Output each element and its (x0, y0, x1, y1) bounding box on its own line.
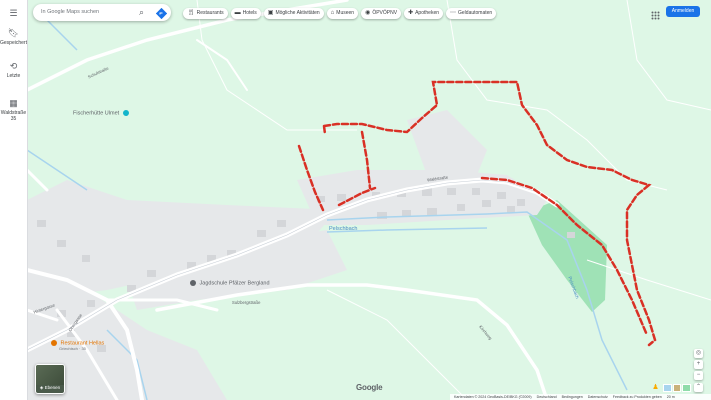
bookmark-icon: 🔖︎ (7, 28, 20, 38)
satellite-thumbnail (36, 365, 64, 385)
transit-icon: ◉ (365, 10, 371, 16)
layers-label: ◈ Ebenen (36, 385, 64, 391)
category-chips: 🍴︎ Restaurants ▬ Hotels ▣ Mögliche Aktivitä… (183, 8, 497, 19)
chip-museums[interactable]: ⌂ Museen (326, 8, 359, 19)
recent-label: Letzte (6, 73, 21, 79)
restaurant-icon: 🍴︎ (187, 10, 195, 16)
apps-grid-icon[interactable] (651, 7, 660, 20)
expand-icon: ⌃ (695, 384, 702, 390)
footer-country[interactable]: Deutschland (537, 394, 557, 400)
chip-activities[interactable]: ▣ Mögliche Aktivitäten (263, 8, 324, 19)
chip-transit-label: ÖPVÖPNV (372, 10, 398, 16)
place-school-icon (190, 280, 196, 286)
left-rail: ☰ 🔖︎ Gespeichert ⟲ Letzte ▦ Waldstraße 3… (0, 0, 28, 400)
place-restaurant-hellas-sub: Griechisch · 35 (59, 346, 86, 352)
footer-terms-link[interactable]: Bedingungen (562, 394, 583, 400)
restaurant-pin-icon (51, 340, 57, 346)
layers-button[interactable]: ◈ Ebenen (35, 364, 65, 394)
chip-pharmacies-label: Apotheken (415, 10, 440, 16)
transit-layer-thumbnail[interactable] (663, 384, 672, 392)
search-box[interactable]: In Google Maps suchen ⌕ (33, 4, 171, 21)
footer-copyright: Kartendaten © 2024 GeoBasis-DE/BKG (©200… (454, 395, 532, 399)
zoom-out-button[interactable]: − (694, 371, 703, 380)
chip-restaurants-label: Restaurants (196, 10, 224, 16)
expand-button[interactable]: ⌃ (694, 383, 703, 392)
chip-restaurants[interactable]: 🍴︎ Restaurants (183, 8, 228, 19)
terrain-layer-thumbnail[interactable] (672, 384, 682, 392)
recent-place-label: Waldstraße 35 (0, 110, 27, 122)
street-view-pegman-icon[interactable]: ♟ (651, 383, 660, 392)
signin-button[interactable]: Anmelden (666, 6, 700, 17)
footer-scale[interactable]: 20 m (667, 394, 675, 400)
history-icon: ⟲ (9, 61, 18, 71)
place-fischerhuette[interactable]: Fischerhütte Ulmet (73, 110, 129, 116)
menu-icon: ☰ (9, 8, 18, 18)
map-canvas[interactable]: Fischerhütte Ulmet Jagdschule Pfälzer Be… (27, 0, 711, 400)
pharmacy-icon: ✚ (408, 10, 414, 16)
footer-feedback-link[interactable]: Feedback zu Produkten geben (613, 394, 662, 400)
hotel-icon: ▬ (234, 10, 241, 16)
layer-thumbnails (663, 384, 692, 392)
biking-layer-thumbnail[interactable] (682, 384, 692, 392)
residential-area (27, 110, 547, 400)
chip-activities-label: Mögliche Aktivitäten (275, 10, 320, 16)
chip-hotels-label: Hotels (242, 10, 257, 16)
layers-label-text: Ebenen (44, 385, 61, 390)
chip-hotels[interactable]: ▬ Hotels (230, 8, 261, 19)
atm-icon: ⋯ (450, 10, 457, 16)
museum-icon: ⌂ (330, 10, 335, 16)
chip-atms-label: Geldautomaten (458, 10, 493, 16)
saved-button[interactable]: 🔖︎ Gespeichert (0, 28, 27, 46)
map-svg (27, 0, 711, 400)
recent-button[interactable]: ⟲ Letzte (0, 61, 27, 79)
chip-pharmacies[interactable]: ✚ Apotheken (404, 8, 444, 19)
chip-atms[interactable]: ⋯ Geldautomaten (446, 8, 497, 19)
search-icon[interactable]: ⌕ (139, 7, 149, 18)
menu-button[interactable]: ☰ (0, 8, 27, 20)
recent-place-button[interactable]: ▦ Waldstraße 35 (0, 98, 27, 122)
search-input[interactable]: In Google Maps suchen (41, 8, 131, 17)
place-jagdschule[interactable]: Jagdschule Pfälzer Bergland (190, 280, 270, 286)
road-label-sulzbergstrasse: Sulzbergstraße (232, 300, 261, 305)
park-area (527, 200, 607, 312)
saved-label: Gespeichert (0, 40, 27, 46)
minus-icon: − (696, 372, 701, 378)
place-restaurant-hellas[interactable]: Restaurant Hellas Griechisch · 35 (51, 340, 104, 351)
place-fischerhuette-label: Fischerhütte Ulmet (73, 110, 120, 117)
activities-icon: ▣ (267, 10, 274, 16)
chip-transit[interactable]: ◉ ÖPVÖPNV (361, 8, 402, 19)
directions-icon[interactable] (155, 6, 168, 20)
water-label-pelschbach: Pelschbach (329, 226, 358, 232)
place-jagdschule-label: Jagdschule Pfälzer Bergland (199, 280, 270, 287)
place-thumbnail-icon: ▦ (9, 98, 18, 108)
footer-privacy-link[interactable]: Datenschutz (588, 394, 608, 400)
plus-icon: + (696, 361, 701, 367)
place-pin-icon (122, 110, 129, 116)
my-location-button[interactable]: ◎ (694, 349, 703, 358)
zoom-in-button[interactable]: + (694, 360, 703, 369)
my-location-icon: ◎ (695, 350, 702, 356)
map-footer: Kartendaten © 2024 GeoBasis-DE/BKG (©200… (450, 394, 711, 400)
chip-museums-label: Museen (336, 10, 355, 16)
google-logo: Google (356, 383, 383, 392)
